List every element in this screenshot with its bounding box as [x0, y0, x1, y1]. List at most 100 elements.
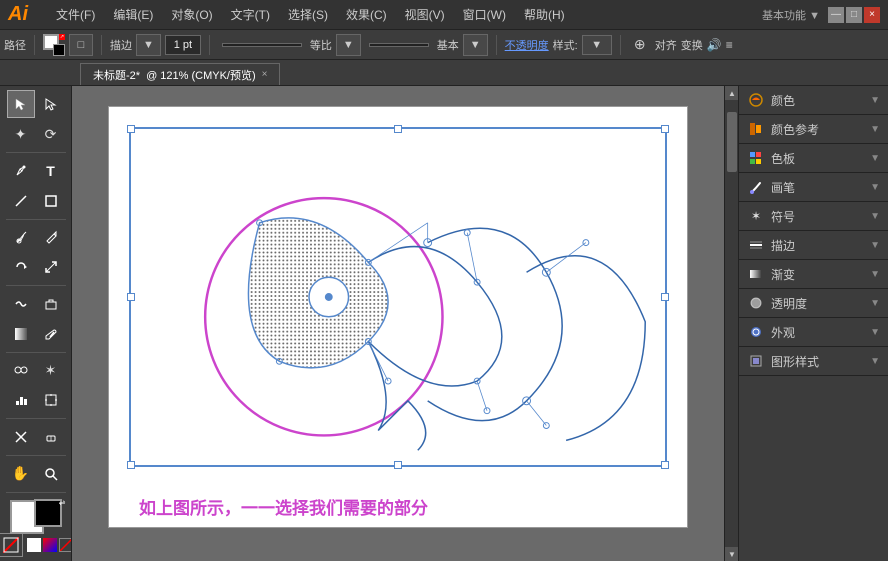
transform-tool[interactable] [37, 290, 65, 318]
canvas-scroll[interactable]: 如上图所示，一一选择我们需要的部分 [72, 86, 724, 561]
color-options [27, 538, 73, 552]
paintbrush-tool[interactable] [7, 223, 35, 251]
hand-tool[interactable]: ✋ [7, 460, 35, 488]
appearance-expand[interactable]: ▼ [870, 327, 880, 338]
tab-close-button[interactable]: × [262, 69, 268, 80]
pencil-tool[interactable] [37, 223, 65, 251]
toolbar-speaker-button[interactable]: 🔊 [707, 38, 722, 52]
swatches-expand[interactable]: ▼ [870, 153, 880, 164]
tool-row-5 [7, 223, 65, 251]
color-ref-label: 颜色参考 [771, 121, 819, 138]
panel-row-graphic-style[interactable]: 图形样式 ▼ [739, 347, 888, 375]
eyedropper-tool[interactable] [37, 320, 65, 348]
type-tool[interactable]: T [37, 157, 65, 185]
swap-colors-icon[interactable]: ⇌ [59, 498, 66, 507]
shape-tool[interactable] [37, 187, 65, 215]
opacity-link[interactable]: 不透明度 [505, 37, 549, 53]
blend-tool[interactable] [7, 356, 35, 384]
zoom-tool[interactable] [37, 460, 65, 488]
menu-view[interactable]: 视图(V) [397, 4, 453, 25]
lasso-tool[interactable]: ⟳ [37, 120, 65, 148]
select-tool[interactable] [7, 90, 35, 118]
stroke-style-dropdown[interactable]: ▼ [336, 34, 361, 56]
maximize-button[interactable]: □ [846, 7, 862, 23]
toolbar-more-button[interactable]: ≡ [726, 38, 733, 52]
color-selector[interactable]: ⇌ [10, 500, 62, 527]
pen-tool[interactable] [7, 157, 35, 185]
panel-row-brush[interactable]: 画笔 ▼ [739, 173, 888, 201]
stroke-width-input[interactable] [165, 35, 201, 55]
handle-top-right[interactable] [661, 125, 669, 133]
minimize-button[interactable]: — [828, 7, 844, 23]
tool-row-1 [7, 90, 65, 118]
handle-bot-left[interactable] [127, 461, 135, 469]
color-expand[interactable]: ▼ [870, 95, 880, 106]
scroll-thumb[interactable] [727, 112, 737, 172]
style-button[interactable]: ▼ [582, 35, 612, 55]
fill-none-square[interactable] [59, 538, 73, 552]
panel-row-swatches[interactable]: 色板 ▼ [739, 144, 888, 172]
close-button[interactable]: × [864, 7, 880, 23]
chart-tool[interactable] [7, 386, 35, 414]
panel-row-opacity[interactable]: 透明度 ▼ [739, 289, 888, 317]
magic-wand-tool[interactable]: ✦ [7, 120, 35, 148]
workspace-selector[interactable]: 基本功能 ▼ [762, 7, 820, 23]
stroke-expand[interactable]: ▼ [870, 240, 880, 251]
handle-bot-right[interactable] [661, 461, 669, 469]
artboard-tool[interactable] [37, 386, 65, 414]
rotate-tool[interactable] [7, 253, 35, 281]
symbol-expand[interactable]: ▼ [870, 211, 880, 222]
document-tab[interactable]: 未标题-2* @ 121% (CMYK/预览) × [80, 63, 280, 85]
panel-row-gradient[interactable]: 渐变 ▼ [739, 260, 888, 288]
menu-type[interactable]: 文字(T) [223, 4, 278, 25]
menu-help[interactable]: 帮助(H) [516, 4, 573, 25]
handle-top-left[interactable] [127, 125, 135, 133]
tool-separator-3 [6, 285, 66, 286]
scale-tool[interactable] [37, 253, 65, 281]
scroll-up-button[interactable]: ▲ [725, 86, 739, 100]
direct-select-tool[interactable] [37, 90, 65, 118]
opacity-expand[interactable]: ▼ [870, 298, 880, 309]
scroll-track[interactable] [725, 100, 738, 547]
symbol-sprayer-tool[interactable]: ✶ [37, 356, 65, 384]
scroll-down-button[interactable]: ▼ [725, 547, 739, 561]
panel-row-stroke[interactable]: 描边 ▼ [739, 231, 888, 259]
handle-mid-right[interactable] [661, 293, 669, 301]
tab-info: @ 121% (CMYK/预览) [146, 67, 256, 83]
menu-window[interactable]: 窗口(W) [455, 4, 514, 25]
panel-row-color-ref[interactable]: 颜色参考 ▼ [739, 115, 888, 143]
menu-edit[interactable]: 编辑(E) [105, 4, 161, 25]
stroke-color-swatch[interactable]: ↗ [43, 34, 65, 56]
eraser-tool[interactable] [37, 423, 65, 451]
gradient-expand[interactable]: ▼ [870, 269, 880, 280]
warp-tool[interactable] [7, 290, 35, 318]
handle-top-mid[interactable] [394, 125, 402, 133]
panel-row-appearance[interactable]: 外观 ▼ [739, 318, 888, 346]
stroke-dropdown[interactable]: ▼ [136, 34, 161, 56]
brush-icon [747, 178, 765, 196]
gradient-tool[interactable] [7, 320, 35, 348]
tool-row-10 [7, 386, 65, 414]
stroke-dash-preview [369, 43, 429, 47]
fill-gradient-square[interactable] [43, 538, 57, 552]
graphic-style-expand[interactable]: ▼ [870, 356, 880, 367]
menu-file[interactable]: 文件(F) [48, 4, 103, 25]
background-color[interactable] [34, 499, 62, 527]
panel-row-symbol[interactable]: ✶ 符号 ▼ [739, 202, 888, 230]
handle-bot-mid[interactable] [394, 461, 402, 469]
globe-button[interactable]: ⊕ [629, 34, 651, 56]
panel-row-color[interactable]: 颜色 ▼ [739, 86, 888, 114]
menu-select[interactable]: 选择(S) [280, 4, 336, 25]
stroke-options-button[interactable]: □ [69, 34, 93, 56]
fill-color-square[interactable] [27, 538, 41, 552]
menu-effect[interactable]: 效果(C) [338, 4, 395, 25]
color-ref-expand[interactable]: ▼ [870, 124, 880, 135]
stroke-preset-dropdown[interactable]: ▼ [463, 34, 488, 56]
handle-mid-left[interactable] [127, 293, 135, 301]
line-tool[interactable] [7, 187, 35, 215]
stroke-section-icon [747, 236, 765, 254]
fill-none-icon[interactable] [0, 533, 23, 557]
menu-object[interactable]: 对象(O) [163, 4, 220, 25]
slice-tool[interactable] [7, 423, 35, 451]
brush-expand[interactable]: ▼ [870, 182, 880, 193]
